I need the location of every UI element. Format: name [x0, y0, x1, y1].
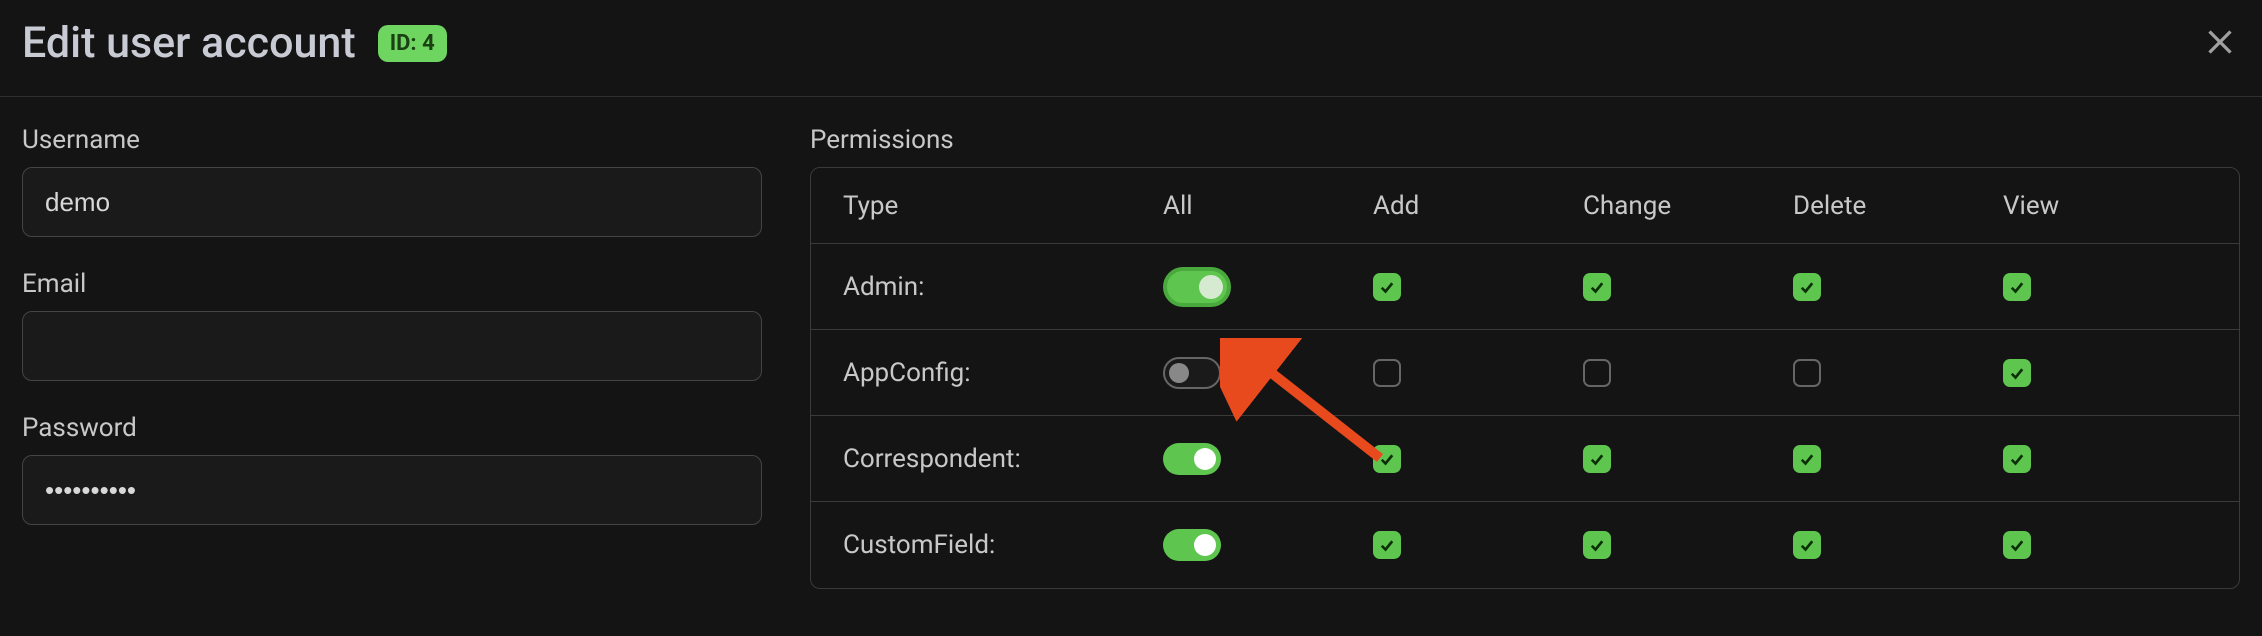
page-title: Edit user account — [22, 18, 356, 68]
permission-all-toggle[interactable] — [1163, 529, 1221, 561]
permission-view-cell — [2003, 273, 2213, 301]
col-all: All — [1163, 191, 1373, 221]
permission-all-cell — [1163, 357, 1373, 389]
password-input[interactable] — [22, 455, 762, 525]
permission-add-checkbox[interactable] — [1373, 445, 1401, 473]
permission-view-cell — [2003, 445, 2213, 473]
permission-delete-cell — [1793, 445, 2003, 473]
permission-type-label: Admin: — [811, 272, 1163, 302]
email-label: Email — [22, 269, 762, 299]
password-label: Password — [22, 413, 762, 443]
permission-add-checkbox[interactable] — [1373, 531, 1401, 559]
permission-type-label: CustomField: — [811, 530, 1163, 560]
permission-view-checkbox[interactable] — [2003, 359, 2031, 387]
permissions-label: Permissions — [810, 125, 2240, 155]
permissions-row: CustomField: — [811, 502, 2239, 588]
col-change: Change — [1583, 191, 1793, 221]
permission-delete-checkbox[interactable] — [1793, 273, 1821, 301]
permission-all-cell — [1163, 443, 1373, 475]
col-view: View — [2003, 191, 2213, 221]
permissions-row: Admin: — [811, 244, 2239, 330]
permissions-table: Type All Add Change Delete View Admin: Ap… — [810, 167, 2240, 589]
permission-add-cell — [1373, 273, 1583, 301]
permission-view-cell — [2003, 359, 2213, 387]
permission-add-cell — [1373, 445, 1583, 473]
permissions-row: AppConfig: — [811, 330, 2239, 416]
permission-change-checkbox[interactable] — [1583, 359, 1611, 387]
col-type: Type — [811, 191, 1163, 221]
close-button[interactable] — [2202, 24, 2238, 60]
password-group: Password — [22, 413, 762, 525]
permission-change-cell — [1583, 359, 1793, 387]
permission-all-toggle[interactable] — [1163, 357, 1221, 389]
username-input[interactable] — [22, 167, 762, 237]
permission-delete-cell — [1793, 273, 2003, 301]
permission-all-cell — [1163, 529, 1373, 561]
permission-type-label: AppConfig: — [811, 358, 1163, 388]
permission-delete-checkbox[interactable] — [1793, 359, 1821, 387]
col-delete: Delete — [1793, 191, 2003, 221]
permission-change-cell — [1583, 445, 1793, 473]
permission-change-checkbox[interactable] — [1583, 445, 1611, 473]
permission-add-checkbox[interactable] — [1373, 273, 1401, 301]
username-label: Username — [22, 125, 762, 155]
permission-all-toggle[interactable] — [1163, 443, 1221, 475]
permission-view-checkbox[interactable] — [2003, 531, 2031, 559]
permission-type-label: Correspondent: — [811, 444, 1163, 474]
permission-view-checkbox[interactable] — [2003, 445, 2031, 473]
username-group: Username — [22, 125, 762, 237]
permissions-column: Permissions Type All Add Change Delete V… — [810, 125, 2240, 589]
dialog-header: Edit user account ID: 4 — [0, 0, 2262, 97]
permission-change-cell — [1583, 531, 1793, 559]
permission-delete-cell — [1793, 531, 2003, 559]
permission-add-cell — [1373, 531, 1583, 559]
permissions-header-row: Type All Add Change Delete View — [811, 168, 2239, 244]
permission-change-cell — [1583, 273, 1793, 301]
permission-view-cell — [2003, 531, 2213, 559]
email-input[interactable] — [22, 311, 762, 381]
permission-delete-checkbox[interactable] — [1793, 531, 1821, 559]
dialog-content: Username Email Password Permissions Type… — [0, 97, 2262, 589]
permission-change-checkbox[interactable] — [1583, 273, 1611, 301]
permission-add-checkbox[interactable] — [1373, 359, 1401, 387]
permission-all-toggle[interactable] — [1163, 267, 1231, 307]
permission-add-cell — [1373, 359, 1583, 387]
permission-view-checkbox[interactable] — [2003, 273, 2031, 301]
permission-change-checkbox[interactable] — [1583, 531, 1611, 559]
email-group: Email — [22, 269, 762, 381]
permission-delete-checkbox[interactable] — [1793, 445, 1821, 473]
permission-delete-cell — [1793, 359, 2003, 387]
permission-all-cell — [1163, 267, 1373, 307]
permissions-row: Correspondent: — [811, 416, 2239, 502]
close-icon — [2202, 24, 2238, 60]
col-add: Add — [1373, 191, 1583, 221]
id-badge: ID: 4 — [378, 25, 447, 62]
user-fields-column: Username Email Password — [22, 125, 762, 589]
